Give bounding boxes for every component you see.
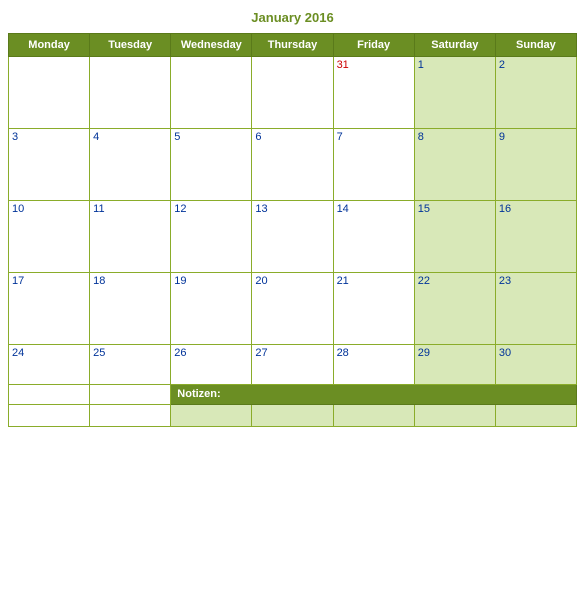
- week-row-2: 3 4 5 6 7 8 9: [9, 129, 577, 201]
- day-2: 2: [499, 59, 573, 71]
- day-29: 29: [418, 347, 492, 359]
- header-row: Monday Tuesday Wednesday Thursday Friday…: [9, 34, 577, 57]
- day-26: 26: [174, 347, 248, 359]
- day-31: 31: [337, 59, 411, 71]
- calendar-table: Monday Tuesday Wednesday Thursday Friday…: [8, 33, 577, 427]
- cell-jan29: 29: [414, 345, 495, 385]
- header-monday: Monday: [9, 34, 90, 57]
- day-3: 3: [12, 131, 86, 143]
- header-thursday: Thursday: [252, 34, 333, 57]
- cell-jan16: 16: [495, 201, 576, 273]
- week-row-5: 24 25 26 27 28 29 30: [9, 345, 577, 385]
- header-tuesday: Tuesday: [90, 34, 171, 57]
- cell-jan20: 20: [252, 273, 333, 345]
- cell-empty-1: [9, 57, 90, 129]
- cell-jan28: 28: [333, 345, 414, 385]
- cell-jan22: 22: [414, 273, 495, 345]
- day-23: 23: [499, 275, 573, 287]
- cell-jan17: 17: [9, 273, 90, 345]
- day-30: 30: [499, 347, 573, 359]
- day-1: 1: [418, 59, 492, 71]
- bottom-cell-7: [495, 405, 576, 427]
- day-27: 27: [255, 347, 329, 359]
- cell-jan7: 7: [333, 129, 414, 201]
- day-8: 8: [418, 131, 492, 143]
- cell-jan30: 30: [495, 345, 576, 385]
- bottom-cell-1: [9, 405, 90, 427]
- cell-jan8: 8: [414, 129, 495, 201]
- cell-jan1: 1: [414, 57, 495, 129]
- cell-jan26: 26: [171, 345, 252, 385]
- day-17: 17: [12, 275, 86, 287]
- cell-empty-2: [90, 57, 171, 129]
- bottom-cell-2: [90, 405, 171, 427]
- cell-jan9: 9: [495, 129, 576, 201]
- day-13: 13: [255, 203, 329, 215]
- day-25: 25: [93, 347, 167, 359]
- day-7: 7: [337, 131, 411, 143]
- day-19: 19: [174, 275, 248, 287]
- bottom-row: [9, 405, 577, 427]
- day-21: 21: [337, 275, 411, 287]
- day-10: 10: [12, 203, 86, 215]
- header-sunday: Sunday: [495, 34, 576, 57]
- day-11: 11: [93, 203, 167, 215]
- cell-jan24: 24: [9, 345, 90, 385]
- bottom-cell-6: [414, 405, 495, 427]
- notes-cell-empty-1: [9, 385, 90, 405]
- day-24: 24: [12, 347, 86, 359]
- cell-jan21: 21: [333, 273, 414, 345]
- cell-jan10: 10: [9, 201, 90, 273]
- day-14: 14: [337, 203, 411, 215]
- week-row-1: 31 1 2: [9, 57, 577, 129]
- day-15: 15: [418, 203, 492, 215]
- cell-jan2: 2: [495, 57, 576, 129]
- week-row-3: 10 11 12 13 14 15 16: [9, 201, 577, 273]
- cell-jan3: 3: [9, 129, 90, 201]
- cell-jan4: 4: [90, 129, 171, 201]
- header-wednesday: Wednesday: [171, 34, 252, 57]
- day-22: 22: [418, 275, 492, 287]
- day-18: 18: [93, 275, 167, 287]
- cell-empty-3: [171, 57, 252, 129]
- day-20: 20: [255, 275, 329, 287]
- cell-jan27: 27: [252, 345, 333, 385]
- cell-empty-4: [252, 57, 333, 129]
- cell-dec31: 31: [333, 57, 414, 129]
- cell-jan14: 14: [333, 201, 414, 273]
- notes-row: Notizen:: [9, 385, 577, 405]
- bottom-cell-3: [171, 405, 252, 427]
- header-friday: Friday: [333, 34, 414, 57]
- day-6: 6: [255, 131, 329, 143]
- week-row-4: 17 18 19 20 21 22 23: [9, 273, 577, 345]
- cell-jan25: 25: [90, 345, 171, 385]
- day-5: 5: [174, 131, 248, 143]
- cell-jan5: 5: [171, 129, 252, 201]
- day-4: 4: [93, 131, 167, 143]
- cell-jan18: 18: [90, 273, 171, 345]
- cell-jan12: 12: [171, 201, 252, 273]
- header-saturday: Saturday: [414, 34, 495, 57]
- cell-jan13: 13: [252, 201, 333, 273]
- day-12: 12: [174, 203, 248, 215]
- bottom-cell-5: [333, 405, 414, 427]
- calendar-wrapper: January 2016 Monday Tuesday Wednesday Th…: [0, 0, 585, 435]
- cell-jan19: 19: [171, 273, 252, 345]
- notes-label-cell: Notizen:: [171, 385, 577, 405]
- bottom-cell-4: [252, 405, 333, 427]
- notes-cell-empty-2: [90, 385, 171, 405]
- day-9: 9: [499, 131, 573, 143]
- cell-jan15: 15: [414, 201, 495, 273]
- cell-jan23: 23: [495, 273, 576, 345]
- cell-jan11: 11: [90, 201, 171, 273]
- day-28: 28: [337, 347, 411, 359]
- day-16: 16: [499, 203, 573, 215]
- cell-jan6: 6: [252, 129, 333, 201]
- calendar-title: January 2016: [8, 10, 577, 25]
